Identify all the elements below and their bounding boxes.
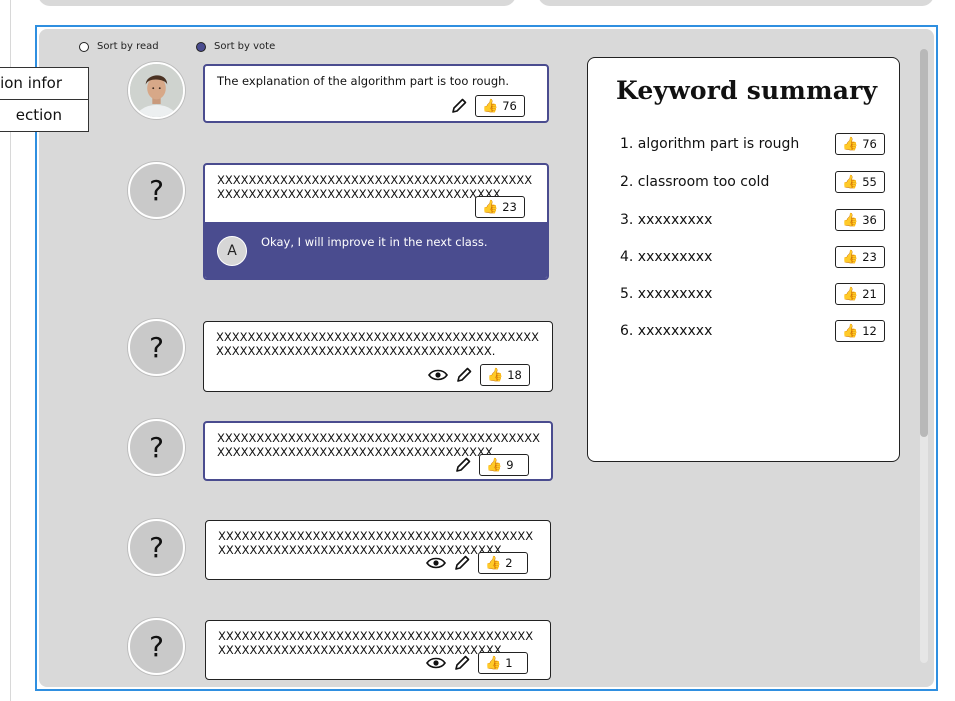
eye-icon[interactable]	[426, 553, 446, 573]
scrollbar-track[interactable]	[920, 49, 928, 663]
sort-by-read-radio[interactable]	[79, 41, 89, 52]
comment-card[interactable]: XXXXXXXXXXXXXXXXXXXXXXXXXXXXXXXXXXXXXXXX…	[205, 520, 551, 580]
thumbs-up-icon: 👍	[842, 212, 859, 228]
vote-button[interactable]: 👍 76	[475, 95, 525, 117]
side-tab-section[interactable]: ection	[0, 99, 89, 132]
anonymous-avatar: ?	[128, 419, 185, 476]
app-root: Sort by read Sort by vote The explanatio…	[0, 0, 955, 701]
anonymous-avatar: ?	[128, 162, 185, 219]
comment-card[interactable]: The explanation of the algorithm part is…	[203, 64, 549, 123]
vote-count: 2	[505, 556, 513, 570]
comment-card[interactable]: XXXXXXXXXXXXXXXXXXXXXXXXXXXXXXXXXXXXXXXX…	[203, 421, 553, 481]
comment-text: XXXXXXXXXXXXXXXXXXXXXXXXXXXXXXXXXXXXXXXX…	[216, 330, 540, 358]
user-photo-icon	[130, 64, 183, 117]
vote-count: 1	[505, 656, 513, 670]
keyword-item[interactable]: 3. xxxxxxxxx 👍 36	[620, 209, 885, 231]
vote-count: 55	[862, 175, 877, 189]
thumbs-up-icon: 👍	[486, 457, 503, 473]
vote-button[interactable]: 👍 9	[479, 454, 529, 476]
vote-count: 21	[862, 287, 877, 301]
keyword-label: 4. xxxxxxxxx	[620, 249, 713, 265]
keyword-summary-panel: Keyword summary 1. algorithm part is rou…	[587, 57, 900, 462]
keyword-vote-badge: 👍 21	[835, 283, 885, 305]
comment-text: The explanation of the algorithm part is…	[217, 74, 510, 88]
sort-by-vote-label: Sort by vote	[214, 41, 276, 52]
thumbs-up-icon: 👍	[842, 136, 859, 152]
thumbs-up-icon: 👍	[482, 98, 499, 114]
keyword-vote-badge: 👍 36	[835, 209, 885, 231]
vote-count: 23	[502, 200, 517, 214]
keyword-label: 2. classroom too cold	[620, 174, 770, 190]
thumbs-up-icon: 👍	[485, 655, 502, 671]
keyword-label: 3. xxxxxxxxx	[620, 212, 713, 228]
sort-by-read-option[interactable]: Sort by read	[79, 41, 159, 52]
question-mark-icon: ?	[149, 331, 164, 364]
eye-icon[interactable]	[428, 365, 448, 385]
eye-icon[interactable]	[426, 653, 446, 673]
pencil-icon[interactable]	[452, 653, 472, 673]
question-mark-icon: ?	[149, 531, 164, 564]
pencil-icon[interactable]	[449, 96, 469, 116]
vote-count: 36	[862, 213, 877, 227]
thumbs-up-icon: 👍	[842, 323, 859, 339]
keyword-item[interactable]: 4. xxxxxxxxx 👍 23	[620, 246, 885, 268]
keyword-label: 1. algorithm part is rough	[620, 136, 800, 152]
vote-count: 9	[506, 458, 514, 472]
vote-button[interactable]: 👍 23	[475, 196, 525, 218]
top-card-right	[538, 0, 934, 6]
vote-count: 76	[862, 137, 877, 151]
sort-by-vote-radio[interactable]	[196, 41, 206, 52]
sort-by-vote-option[interactable]: Sort by vote	[196, 41, 275, 52]
keyword-item[interactable]: 6. xxxxxxxxx 👍 12	[620, 320, 885, 342]
keyword-vote-badge: 👍 23	[835, 246, 885, 268]
keyword-vote-badge: 👍 55	[835, 171, 885, 193]
question-mark-icon: ?	[149, 174, 164, 207]
comment-card[interactable]: XXXXXXXXXXXXXXXXXXXXXXXXXXXXXXXXXXXXXXXX…	[203, 163, 549, 280]
vote-count: 18	[507, 368, 522, 382]
thumbs-up-icon: 👍	[842, 174, 859, 190]
reply-box: A Okay, I will improve it in the next cl…	[205, 222, 547, 278]
anonymous-avatar: ?	[128, 519, 185, 576]
thumbs-up-icon: 👍	[482, 199, 499, 215]
comment-card[interactable]: XXXXXXXXXXXXXXXXXXXXXXXXXXXXXXXXXXXXXXXX…	[205, 620, 551, 680]
keyword-label: 5. xxxxxxxxx	[620, 286, 713, 302]
thumbs-up-icon: 👍	[487, 367, 504, 383]
question-mark-icon: ?	[149, 431, 164, 464]
sort-by-read-label: Sort by read	[97, 41, 159, 52]
thumbs-up-icon: 👍	[485, 555, 502, 571]
vote-count: 76	[502, 99, 517, 113]
user-photo-avatar	[128, 62, 185, 119]
vote-count: 12	[862, 324, 877, 338]
anonymous-avatar: ?	[128, 618, 185, 675]
scrollbar-thumb[interactable]	[920, 49, 928, 437]
comment-card[interactable]: XXXXXXXXXXXXXXXXXXXXXXXXXXXXXXXXXXXXXXXX…	[203, 321, 553, 392]
keyword-item[interactable]: 5. xxxxxxxxx 👍 21	[620, 283, 885, 305]
vote-button[interactable]: 👍 1	[478, 652, 528, 674]
pencil-icon[interactable]	[453, 455, 473, 475]
reply-text: Okay, I will improve it in the next clas…	[261, 235, 488, 249]
keyword-label: 6. xxxxxxxxx	[620, 323, 713, 339]
keyword-item[interactable]: 2. classroom too cold 👍 55	[620, 171, 885, 193]
anonymous-avatar: ?	[128, 319, 185, 376]
comment-board-frame: Sort by read Sort by vote The explanatio…	[35, 25, 938, 691]
question-mark-icon: ?	[149, 630, 164, 663]
keyword-summary-title: Keyword summary	[616, 76, 878, 105]
pencil-icon[interactable]	[454, 365, 474, 385]
vote-button[interactable]: 👍 18	[480, 364, 530, 386]
top-card-left	[38, 0, 516, 6]
vote-count: 23	[862, 250, 877, 264]
keyword-vote-badge: 👍 76	[835, 133, 885, 155]
side-tab-info[interactable]: ion infor	[0, 67, 89, 100]
comment-board: Sort by read Sort by vote The explanatio…	[39, 29, 934, 687]
keyword-vote-badge: 👍 12	[835, 320, 885, 342]
thumbs-up-icon: 👍	[842, 286, 859, 302]
keyword-item[interactable]: 1. algorithm part is rough 👍 76	[620, 133, 885, 155]
thumbs-up-icon: 👍	[842, 249, 859, 265]
reply-avatar: A	[217, 236, 247, 266]
vote-button[interactable]: 👍 2	[478, 552, 528, 574]
pencil-icon[interactable]	[452, 553, 472, 573]
